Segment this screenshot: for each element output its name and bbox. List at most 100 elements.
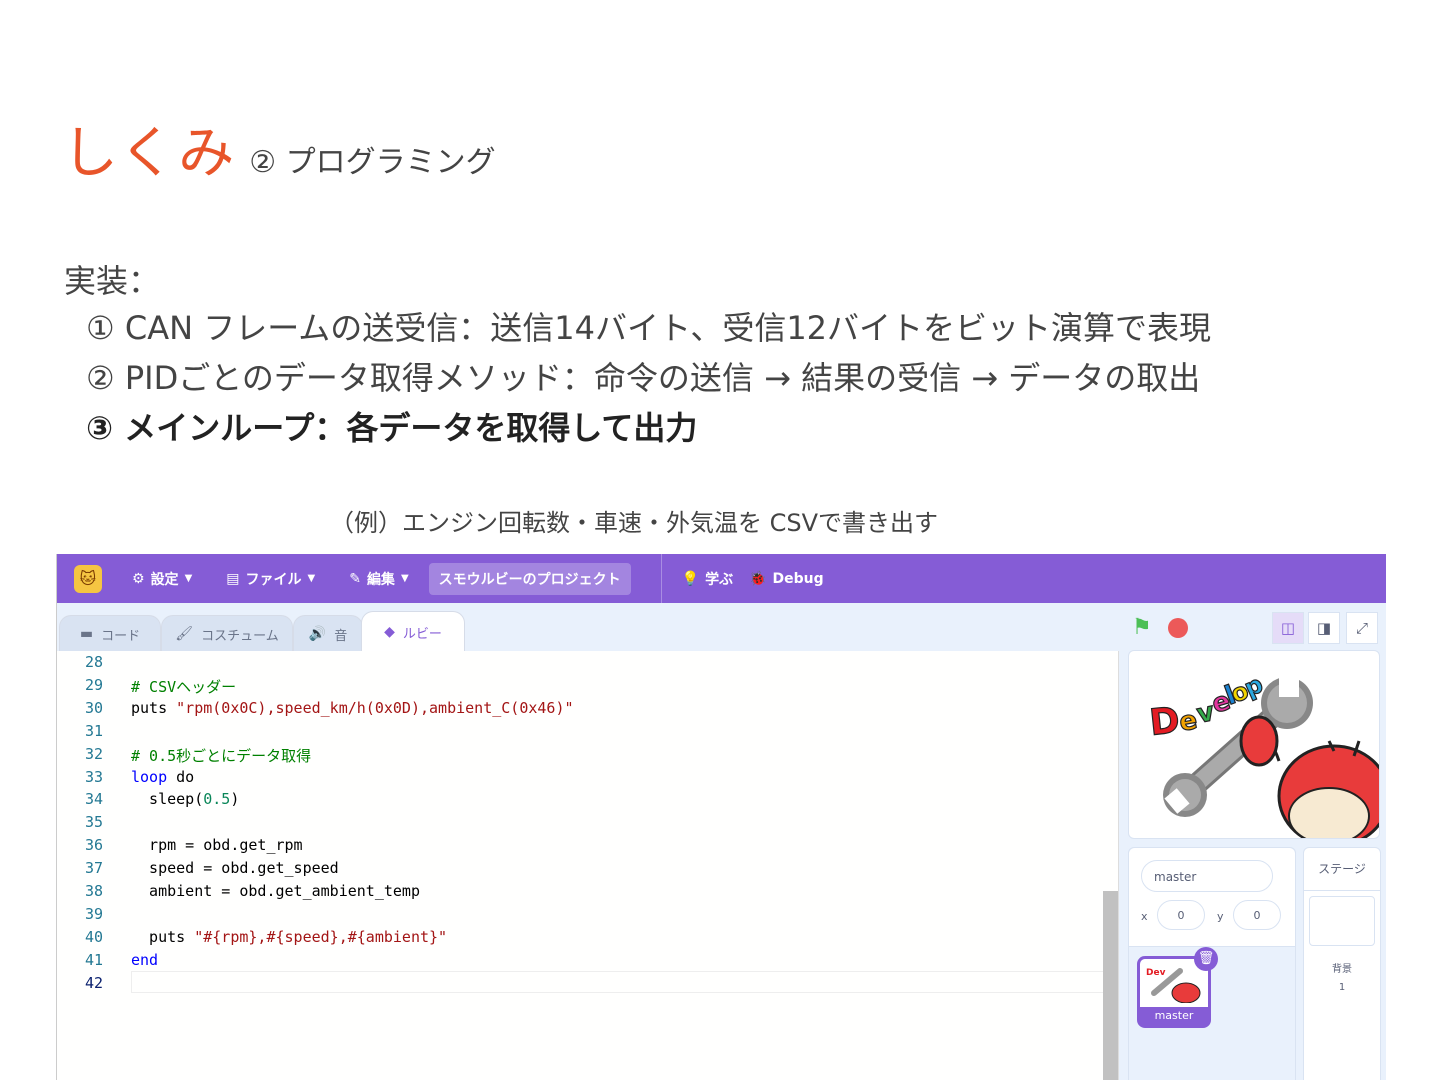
tab-label: コスチューム — [201, 628, 279, 644]
tab-ruby[interactable]: ◆ ルビー — [361, 611, 465, 652]
editor-scrollbar[interactable] — [1103, 891, 1118, 1080]
svg-text:Dev: Dev — [1146, 968, 1166, 978]
tab-code[interactable]: ▬ コード — [59, 615, 161, 652]
red-creature-icon — [1239, 715, 1379, 838]
impl-item-3: ③ メインループ：各データを取得して出力 — [86, 409, 698, 447]
line-number: 29 — [84, 675, 103, 694]
gear-icon: ⚙ — [132, 570, 145, 587]
speaker-icon: 🔊 — [308, 626, 327, 642]
stage-canvas[interactable]: D e v e l o p — [1128, 650, 1380, 839]
large-stage-button[interactable]: ◨ — [1308, 612, 1340, 644]
code-line[interactable]: # 0.5秒ごとにデータ取得 — [131, 745, 311, 766]
bug-icon: 🐞 — [749, 570, 767, 587]
tab-label: コード — [101, 628, 141, 644]
brush-icon: 🖌 — [175, 626, 194, 642]
ruby-code-editor[interactable]: 28 29 30 31 32 33 34 35 36 37 38 39 40 41 42 # CSVヘッダー… — [57, 651, 1119, 1080]
caret-down-icon: ▼ — [184, 573, 193, 584]
learn-label: 学ぶ — [705, 571, 734, 588]
title-main: しくみ — [62, 121, 236, 186]
settings-label: 設定 — [150, 571, 179, 588]
sprite-thumbnail: Dev — [1146, 968, 1201, 1004]
sprite-info: master x 0 y 0 — [1129, 848, 1295, 947]
line-number: 38 — [84, 882, 103, 900]
line-number: 34 — [84, 790, 103, 809]
stage-pane-title: ステージ — [1318, 862, 1366, 876]
backdrop-count: 1 — [1338, 982, 1346, 993]
code-line[interactable]: ambient = obd.get_ambient_temp — [131, 882, 420, 900]
y-label: y — [1217, 910, 1224, 923]
tab-sounds[interactable]: 🔊 音 — [293, 615, 363, 652]
title-sub: ② プログラミング — [249, 145, 496, 180]
small-stage-button[interactable]: ◫ — [1272, 612, 1304, 644]
caret-down-icon: ▼ — [307, 573, 316, 584]
file-label: ファイル — [245, 571, 302, 588]
line-number: 28 — [84, 653, 103, 671]
sprite-pane: master x 0 y 0 Dev master 🗑 — [1128, 847, 1296, 1080]
line-number: 30 — [84, 698, 103, 717]
impl-list: ① CAN フレームの送受信：送信14バイト、受信12バイトをビット演算で表現 … — [86, 306, 1211, 456]
learn-menu[interactable]: 💡 学ぶ — [682, 569, 733, 589]
edit-menu[interactable]: ✎ 編集 ▼ — [349, 569, 408, 589]
green-flag-icon[interactable]: ⚑ — [1132, 616, 1156, 640]
svg-text:D: D — [1148, 700, 1182, 744]
line-number: 39 — [84, 904, 103, 923]
sprite-name-input[interactable]: master — [1141, 860, 1273, 892]
tab-costumes[interactable]: 🖌 コスチューム — [161, 615, 293, 652]
stage-controls: ⚑ ◫ ◨ ⤢ — [1132, 612, 1382, 644]
line-number: 32 — [84, 744, 103, 763]
code-line[interactable]: loop do — [131, 768, 194, 786]
stage-thumbnail[interactable] — [1309, 896, 1375, 946]
file-menu[interactable]: ▤ ファイル ▼ — [226, 569, 315, 589]
ruby-icon: ◆ — [384, 624, 395, 640]
code-line[interactable]: end — [131, 951, 158, 969]
file-icon: ▤ — [226, 570, 240, 587]
line-number: 40 — [84, 927, 103, 946]
current-line-highlight — [131, 971, 1118, 993]
example-caption: （例）エンジン回転数・車速・外気温を CSVで書き出す — [330, 509, 939, 537]
edit-label: 編集 — [366, 571, 395, 588]
caret-down-icon: ▼ — [400, 573, 409, 584]
code-line[interactable]: # CSVヘッダー — [131, 676, 236, 697]
code-line[interactable]: rpm = obd.get_rpm — [131, 836, 303, 854]
tab-label: 音 — [334, 628, 348, 644]
sprite-tile-master[interactable]: Dev master 🗑 — [1137, 947, 1218, 1028]
line-number: 31 — [84, 721, 103, 740]
code-line[interactable]: puts "#{rpm},#{speed},#{ambient}" — [131, 928, 447, 946]
menu-divider — [660, 554, 662, 603]
line-number: 36 — [84, 836, 103, 855]
line-number: 35 — [84, 813, 103, 832]
debug-menu[interactable]: 🐞 Debug — [749, 571, 824, 587]
smalruby-app: 🐱 ⚙ 設定 ▼ ▤ ファイル ▼ ✎ 編集 ▼ スモウルビーのプロジェクト 💡… — [56, 554, 1386, 1080]
lightbulb-icon: 💡 — [681, 570, 700, 587]
debug-label: Debug — [772, 570, 824, 587]
x-input[interactable]: 0 — [1157, 900, 1205, 930]
line-number: 42 — [84, 973, 103, 992]
backdrop-label: 背景 — [1332, 964, 1352, 975]
x-label: x — [1141, 910, 1148, 923]
line-number: 33 — [84, 767, 103, 786]
smalruby-logo-icon[interactable]: 🐱 — [74, 564, 102, 593]
code-line[interactable]: speed = obd.get_speed — [131, 859, 339, 877]
impl-item-1: ① CAN フレームの送受信：送信14バイト、受信12バイトをビット演算で表現 — [86, 309, 1212, 347]
line-number: 41 — [84, 950, 103, 969]
code-line[interactable]: sleep(0.5) — [131, 790, 239, 808]
slide-title: しくみ ② プログラミング — [62, 108, 496, 189]
develop-illustration: D e v e l o p — [1147, 669, 1379, 838]
divider — [1304, 890, 1380, 891]
impl-label: 実装： — [64, 262, 161, 300]
line-number: 37 — [84, 859, 103, 878]
y-input[interactable]: 0 — [1233, 900, 1281, 930]
pencil-icon: ✎ — [349, 570, 361, 587]
trash-icon[interactable]: 🗑 — [1194, 947, 1218, 971]
fullscreen-button[interactable]: ⤢ — [1346, 612, 1378, 644]
editor-tabs: ▬ コード 🖌 コスチューム 🔊 音 ◆ ルビー — [57, 603, 1117, 652]
settings-menu[interactable]: ⚙ 設定 ▼ — [132, 569, 192, 589]
menubar: 🐱 ⚙ 設定 ▼ ▤ ファイル ▼ ✎ 編集 ▼ スモウルビーのプロジェクト 💡… — [57, 554, 1386, 603]
tab-label: ルビー — [402, 626, 442, 642]
project-title-input[interactable]: スモウルビーのプロジェクト — [428, 562, 631, 595]
stop-icon[interactable] — [1168, 618, 1188, 638]
stage-pane[interactable]: ステージ 背景 1 — [1303, 847, 1381, 1080]
code-icon: ▬ — [79, 626, 94, 642]
impl-item-2: ② PIDごとのデータ取得メソッド：命令の送信 → 結果の受信 → データの取出 — [86, 359, 1201, 397]
code-line[interactable]: puts "rpm(0x0C),speed_km/h(0x0D),ambient… — [131, 699, 574, 717]
